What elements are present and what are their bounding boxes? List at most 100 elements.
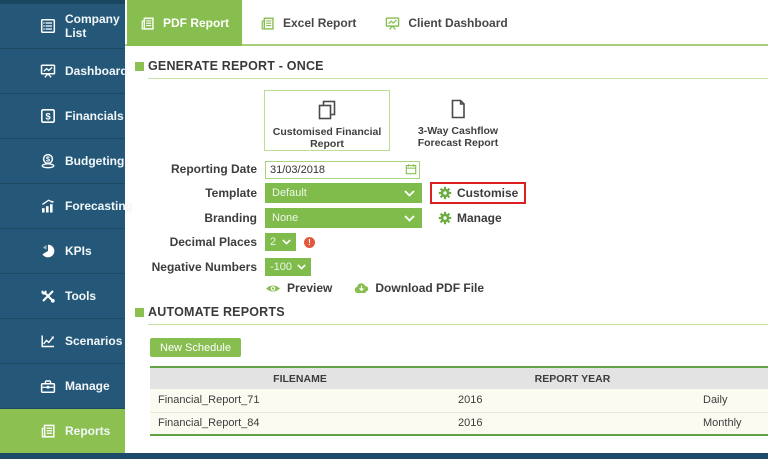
pdf-report-page: Company List Dashboard $ Financials $ Bu… bbox=[0, 0, 768, 459]
sidebar-item-budgeting[interactable]: $ Budgeting bbox=[0, 138, 125, 183]
tools-icon bbox=[40, 288, 56, 304]
report-tabbar: PDF Report Excel Report Client Dashboard bbox=[125, 0, 768, 46]
sidebar-item-label: Tools bbox=[65, 289, 96, 303]
sidebar-item-dashboard[interactable]: Dashboard bbox=[0, 48, 125, 93]
svg-text:$: $ bbox=[45, 112, 51, 123]
bottom-bar bbox=[0, 453, 768, 459]
report-year-column-header: REPORT YEAR bbox=[450, 367, 695, 389]
gear-icon bbox=[438, 186, 452, 200]
chevron-down-icon bbox=[282, 239, 291, 245]
negative-numbers-select[interactable]: -100 bbox=[265, 258, 311, 276]
template-select[interactable]: Default bbox=[265, 183, 422, 203]
decimal-places-select[interactable]: 2 bbox=[265, 233, 296, 251]
customise-template-button[interactable]: Customise bbox=[430, 182, 526, 204]
filename-column-header: FILENAME bbox=[150, 367, 450, 389]
report-year-cell: 2016 bbox=[450, 412, 695, 435]
cloud-download-icon bbox=[354, 282, 369, 294]
financials-icon: $ bbox=[40, 108, 56, 124]
kpis-icon bbox=[40, 243, 56, 259]
gear-icon bbox=[438, 211, 452, 225]
automate-section-title: AUTOMATE REPORTS bbox=[148, 304, 285, 320]
card-customised-financial-report[interactable]: Customised Financial Report bbox=[264, 90, 390, 151]
preview-button[interactable]: Preview bbox=[287, 281, 332, 295]
sidebar-item-financials[interactable]: $ Financials bbox=[0, 93, 125, 138]
reporting-date-field bbox=[265, 160, 420, 178]
branding-select[interactable]: None bbox=[265, 208, 422, 228]
tab-pdf-report[interactable]: PDF Report bbox=[127, 0, 242, 46]
sidebar-item-label: Reports bbox=[65, 424, 110, 438]
blank-page-icon bbox=[446, 97, 470, 121]
manage-label: Manage bbox=[457, 211, 502, 225]
pdf-report-icon bbox=[140, 16, 155, 31]
negative-numbers-value: -100 bbox=[270, 261, 292, 273]
template-label: Template bbox=[125, 186, 257, 200]
download-pdf-button[interactable]: Download PDF File bbox=[375, 281, 484, 295]
reporting-date-input[interactable] bbox=[265, 161, 420, 179]
sidebar-item-label: Dashboard bbox=[65, 64, 128, 78]
scenarios-icon bbox=[40, 333, 56, 349]
sidebar-item-forecasting[interactable]: Forecasting bbox=[0, 183, 125, 228]
eye-icon bbox=[265, 283, 281, 294]
decimal-places-value: 2 bbox=[270, 236, 276, 248]
decimal-places-label: Decimal Places bbox=[125, 235, 257, 249]
sidebar-item-label: Budgeting bbox=[65, 154, 124, 168]
tab-excel-report[interactable]: Excel Report bbox=[247, 0, 369, 46]
reporting-date-label: Reporting Date bbox=[125, 162, 257, 176]
sidebar-item-label: Company List bbox=[65, 12, 125, 40]
branding-select-value: None bbox=[272, 212, 298, 224]
budgeting-icon: $ bbox=[40, 153, 56, 169]
sidebar-item-label: Financials bbox=[65, 109, 124, 123]
sidebar-item-kpis[interactable]: KPIs bbox=[0, 228, 125, 273]
forecasting-icon bbox=[40, 198, 56, 214]
new-schedule-button[interactable]: New Schedule bbox=[150, 338, 241, 357]
sidebar-item-label: KPIs bbox=[65, 244, 92, 258]
tab-label: Excel Report bbox=[283, 16, 356, 30]
table-row[interactable]: Financial_Report_71 2016 Daily bbox=[150, 389, 768, 412]
sidebar-item-label: Manage bbox=[65, 379, 110, 393]
tab-client-dashboard[interactable]: Client Dashboard bbox=[372, 0, 520, 46]
template-select-value: Default bbox=[272, 187, 307, 199]
sidebar-item-manage[interactable]: Manage bbox=[0, 363, 125, 408]
calendar-icon[interactable] bbox=[405, 163, 417, 175]
card-label: Customised Financial Report bbox=[265, 126, 389, 150]
excel-report-icon bbox=[260, 16, 275, 31]
table-row[interactable]: Financial_Report_84 2016 Monthly bbox=[150, 412, 768, 435]
customise-label: Customise bbox=[457, 186, 518, 200]
frequency-cell: Daily bbox=[695, 389, 768, 412]
tab-label: Client Dashboard bbox=[408, 16, 507, 30]
company-list-icon bbox=[40, 18, 56, 34]
manage-branding-button[interactable]: Manage bbox=[430, 207, 510, 229]
chevron-down-icon bbox=[404, 190, 415, 197]
main-content: GENERATE REPORT - ONCE Customised Financ… bbox=[125, 46, 768, 453]
sidebar-item-company-list[interactable]: Company List bbox=[0, 3, 125, 48]
dashboard-icon bbox=[40, 63, 56, 79]
reports-icon bbox=[40, 423, 56, 439]
card-label: 3-Way Cashflow Forecast Report bbox=[406, 125, 510, 149]
section-bullet-icon bbox=[135, 308, 144, 317]
client-dashboard-icon bbox=[385, 16, 400, 31]
sidebar-item-scenarios[interactable]: Scenarios bbox=[0, 318, 125, 363]
sidebar-item-tools[interactable]: Tools bbox=[0, 273, 125, 318]
negative-numbers-label: Negative Numbers bbox=[125, 260, 257, 274]
sidebar-item-label: Forecasting bbox=[65, 199, 133, 213]
frequency-cell: Monthly bbox=[695, 412, 768, 435]
sidebar: Company List Dashboard $ Financials $ Bu… bbox=[0, 0, 125, 453]
filename-cell: Financial_Report_84 bbox=[150, 412, 450, 435]
chevron-down-icon bbox=[297, 264, 306, 270]
section-divider bbox=[148, 324, 768, 325]
frequency-column-header bbox=[695, 367, 768, 389]
sidebar-item-reports[interactable]: Reports bbox=[0, 408, 125, 453]
branding-label: Branding bbox=[125, 211, 257, 225]
chevron-down-icon bbox=[404, 215, 415, 222]
manage-icon bbox=[40, 378, 56, 394]
tab-label: PDF Report bbox=[163, 16, 229, 30]
filename-cell: Financial_Report_71 bbox=[150, 389, 450, 412]
table-header-row: FILENAME REPORT YEAR bbox=[150, 367, 768, 389]
section-bullet-icon bbox=[135, 62, 144, 71]
sidebar-item-label: Scenarios bbox=[65, 334, 122, 348]
section-divider bbox=[148, 78, 768, 79]
card-3way-cashflow-report[interactable]: 3-Way Cashflow Forecast Report bbox=[395, 90, 521, 151]
report-year-cell: 2016 bbox=[450, 389, 695, 412]
alert-info-icon[interactable]: ! bbox=[304, 237, 315, 248]
generate-section-title: GENERATE REPORT - ONCE bbox=[148, 58, 324, 74]
